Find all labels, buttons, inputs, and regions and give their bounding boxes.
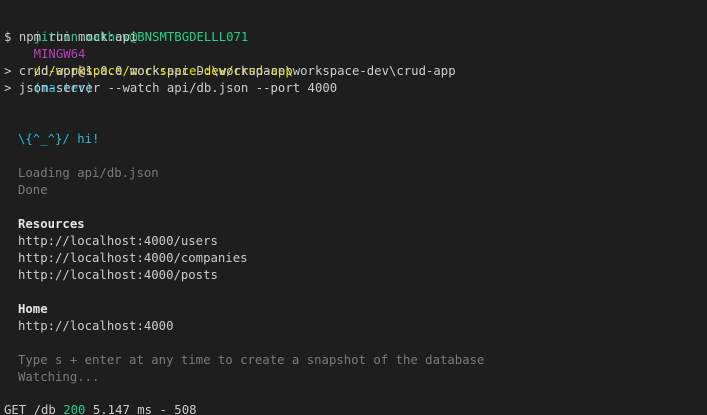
done-text: Done (18, 183, 48, 197)
home-heading: Home (18, 302, 48, 316)
request-method-path: GET /db (4, 403, 56, 415)
terminal-window[interactable]: jithin.mathew@BNSMTBGDELLL071 MINGW64 /d… (0, 0, 707, 415)
command-text: npm run mock:api (18, 30, 138, 44)
watching-text: Watching... (18, 370, 100, 384)
request-timing: 5.147 ms - 508 (92, 403, 197, 415)
command-line: $ npm run mock:api (4, 29, 137, 46)
resource-url-users[interactable]: http://localhost:4000/users (18, 233, 218, 250)
request-status: 200 (63, 403, 86, 415)
json-server-greeting: \{^_^}/ hi! (18, 132, 100, 146)
resource-url-companies[interactable]: http://localhost:4000/companies (18, 250, 248, 267)
resource-url-posts[interactable]: http://localhost:4000/posts (18, 267, 218, 284)
npm-script-line: > crud-app@1.0.0 mock:api D:\workspace\w… (4, 64, 456, 78)
home-url[interactable]: http://localhost:4000 (18, 318, 173, 335)
prompt-shell: MINGW64 (33, 47, 86, 61)
npm-exec-line: > json-server --watch api/db.json --port… (4, 81, 338, 95)
prompt-symbol: $ (4, 30, 12, 44)
prompt-line: jithin.mathew@BNSMTBGDELLL071 MINGW64 /d… (4, 12, 293, 95)
resources-heading: Resources (18, 217, 85, 231)
request-log-line: GET /db 200 5.147 ms - 508 (4, 402, 197, 415)
snapshot-hint: Type s + enter at any time to create a s… (18, 353, 485, 367)
loading-text: Loading api/db.json (18, 166, 159, 180)
